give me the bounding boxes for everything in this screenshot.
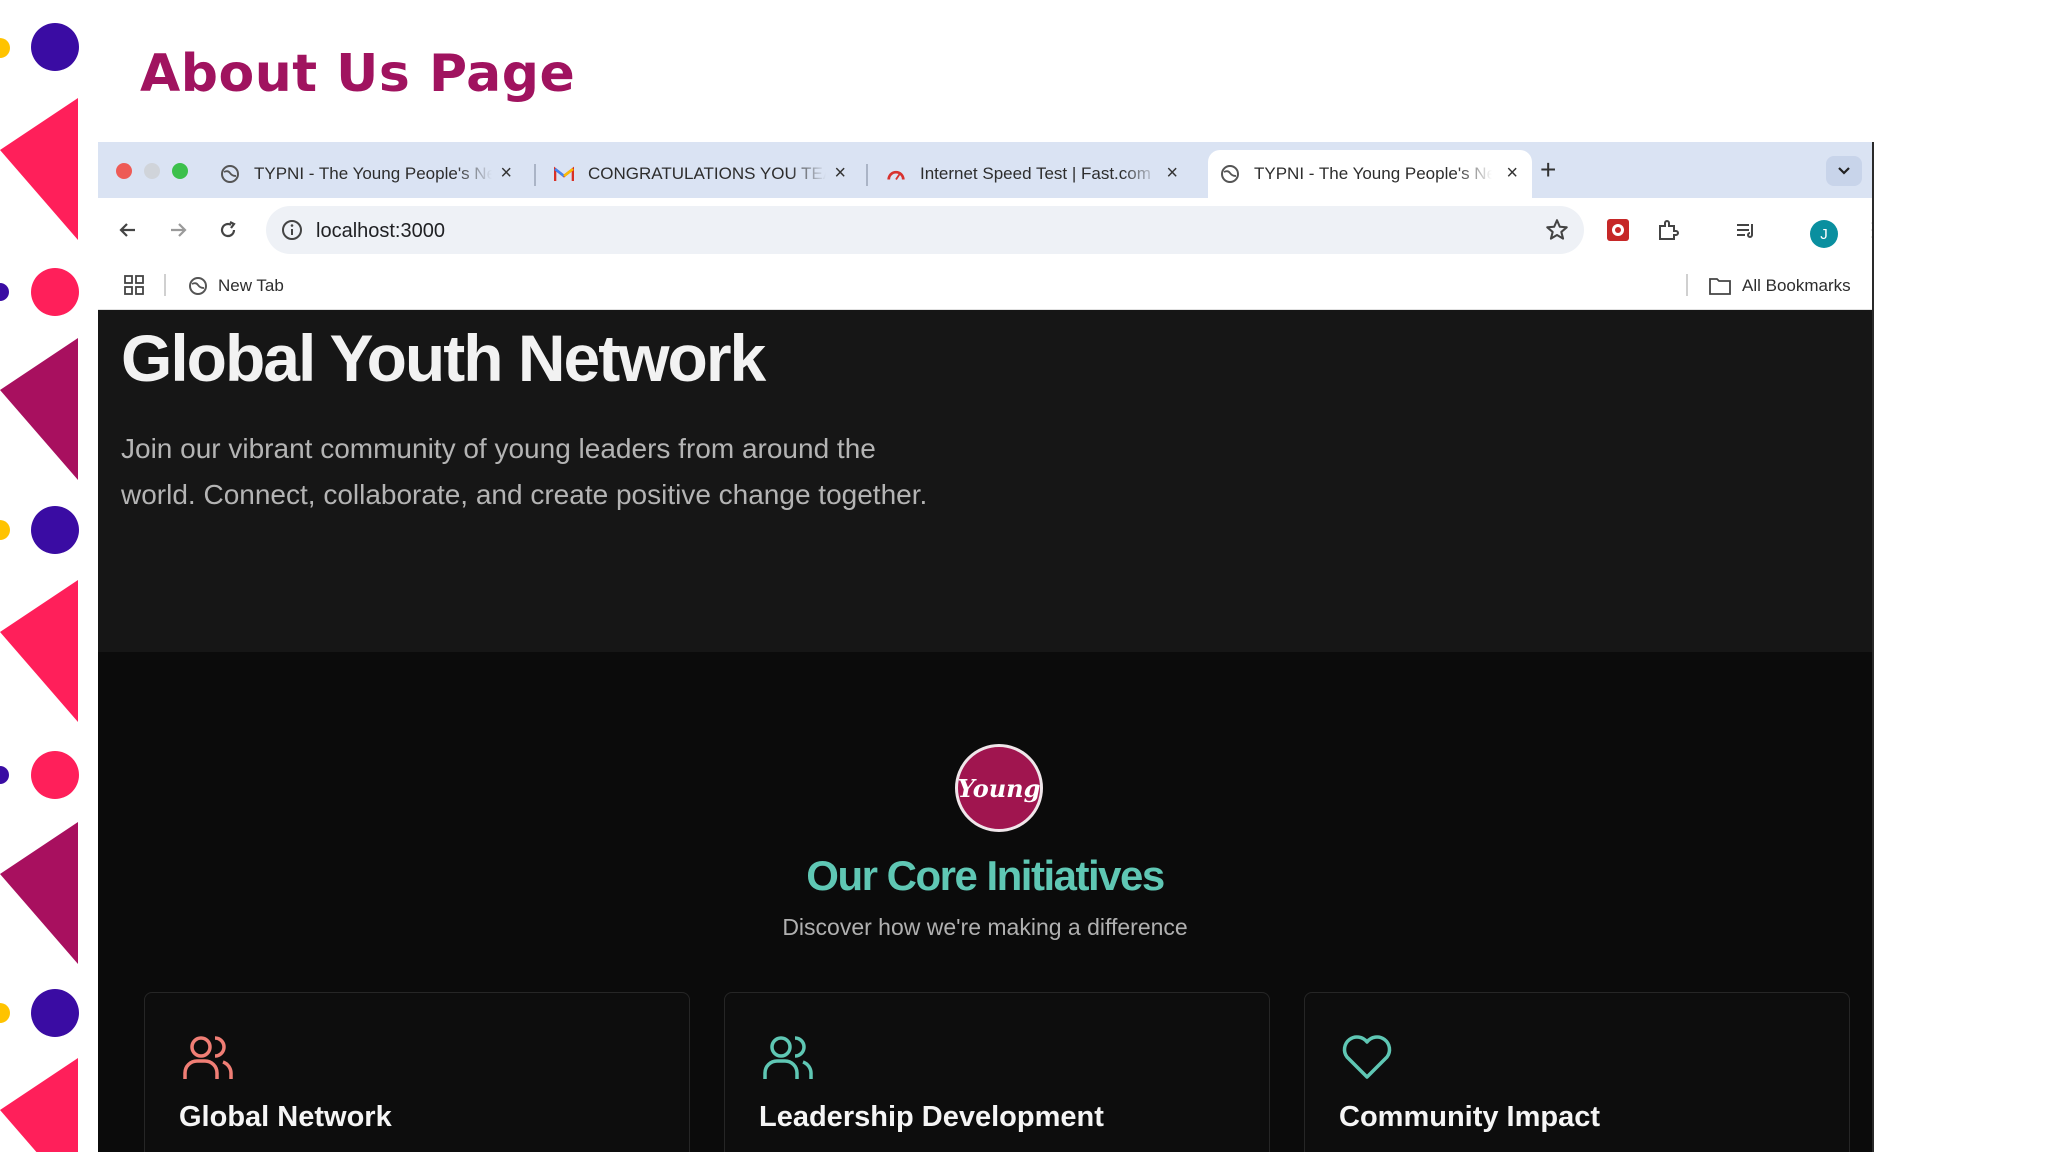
- all-bookmarks-button[interactable]: All Bookmarks: [1708, 276, 1851, 296]
- back-button[interactable]: [112, 214, 144, 246]
- slide: About Us Page TYPNI - The Young People's…: [0, 0, 2048, 1152]
- section-title: Our Core Initiatives: [806, 852, 1165, 899]
- bookmark-label: New Tab: [218, 276, 284, 295]
- initiative-card-leadership[interactable]: Leadership Development: [724, 992, 1270, 1152]
- card-title: Global Network: [179, 1101, 392, 1133]
- close-tab-icon[interactable]: ×: [1506, 162, 1518, 185]
- arrow-right-icon: [171, 223, 187, 237]
- decorative-shapes: [0, 23, 79, 1152]
- page-content: Global Youth Network Join our vibrant co…: [98, 310, 1872, 1152]
- tab-fast-com[interactable]: Internet Speed Test | Fast.com ×: [874, 150, 1192, 198]
- globe-icon: [189, 277, 207, 295]
- initiative-card-global-network[interactable]: Global Network: [144, 992, 690, 1152]
- organization-logo: Young: [955, 744, 1043, 832]
- tab-title: TYPNI - The Young People's Network Inter…: [1254, 164, 1492, 183]
- initiatives-section: Young Our Core Initiatives Discover how …: [98, 652, 1872, 1152]
- star-icon[interactable]: [1544, 217, 1570, 248]
- gmail-icon: [554, 164, 574, 184]
- logo-wordmark: Young: [957, 773, 1041, 803]
- tab-gmail[interactable]: CONGRATULATIONS YOU TEAM ×: [542, 150, 860, 198]
- close-tab-icon[interactable]: ×: [834, 162, 846, 185]
- close-window-button[interactable]: [116, 163, 132, 179]
- hero-title: Global Youth Network: [121, 321, 766, 395]
- tab-title: TYPNI - The Young People's Network Inter…: [254, 164, 492, 183]
- hero-description: Join our vibrant community of young lead…: [121, 433, 928, 510]
- reading-list-icon[interactable]: [1730, 214, 1762, 246]
- maximize-window-button[interactable]: [172, 163, 188, 179]
- profile-avatar[interactable]: J: [1810, 220, 1838, 248]
- reload-icon: [220, 221, 236, 238]
- tab-typni-active[interactable]: TYPNI - The Young People's Network Inter…: [1208, 150, 1532, 198]
- bookmark-label: All Bookmarks: [1742, 276, 1851, 295]
- extension-app-icon[interactable]: [1602, 214, 1634, 246]
- address-bar[interactable]: localhost:3000: [266, 206, 1584, 254]
- folder-icon: [1709, 278, 1731, 295]
- close-tab-icon[interactable]: ×: [1166, 162, 1178, 185]
- initiative-card-community[interactable]: Community Impact: [1304, 992, 1850, 1152]
- hero-section: Global Youth Network Join our vibrant co…: [98, 310, 1872, 652]
- close-tab-icon[interactable]: ×: [500, 162, 512, 185]
- more-menu-icon[interactable]: [1858, 214, 1872, 246]
- forward-button[interactable]: [162, 214, 194, 246]
- info-icon[interactable]: [280, 218, 304, 247]
- apps-grid-icon[interactable]: [124, 275, 144, 295]
- tab-typni-1[interactable]: TYPNI - The Young People's Network Inter…: [208, 150, 526, 198]
- browser-window: TYPNI - The Young People's Network Inter…: [98, 142, 1874, 1152]
- browser-toolbar: localhost:3000: [98, 198, 1872, 262]
- card-title: Leadership Development: [759, 1101, 1104, 1133]
- reload-button[interactable]: [212, 214, 244, 246]
- extensions-puzzle-icon[interactable]: [1652, 214, 1684, 246]
- tab-strip: TYPNI - The Young People's Network Inter…: [98, 142, 1872, 198]
- slide-title: About Us Page: [140, 44, 576, 104]
- tab-search-button[interactable]: [1826, 156, 1862, 186]
- chevron-down-icon: [1838, 167, 1850, 175]
- speedometer-icon: [886, 164, 906, 184]
- heart-icon: [1342, 1035, 1392, 1079]
- section-subtitle: Discover how we're making a difference: [782, 914, 1188, 940]
- tab-title: CONGRATULATIONS YOU TEAM: [588, 164, 826, 183]
- bookmark-separator: [164, 274, 166, 296]
- new-tab-button[interactable]: +: [1540, 154, 1556, 186]
- minimize-window-button[interactable]: [144, 163, 160, 179]
- bookmark-separator: [1686, 274, 1688, 296]
- tab-separator: [866, 164, 868, 186]
- globe-icon: [1220, 164, 1240, 184]
- bookmarks-bar: New Tab All Bookmarks: [98, 262, 1872, 310]
- globe-icon: [220, 164, 240, 184]
- users-icon: [763, 1036, 813, 1079]
- arrow-left-icon: [119, 223, 135, 237]
- bookmark-new-tab[interactable]: New Tab: [188, 276, 284, 296]
- url-text[interactable]: localhost:3000: [316, 220, 445, 243]
- card-title: Community Impact: [1339, 1101, 1601, 1133]
- tab-separator: [534, 164, 536, 186]
- users-icon: [183, 1036, 233, 1079]
- tab-title: Internet Speed Test | Fast.com: [920, 164, 1151, 183]
